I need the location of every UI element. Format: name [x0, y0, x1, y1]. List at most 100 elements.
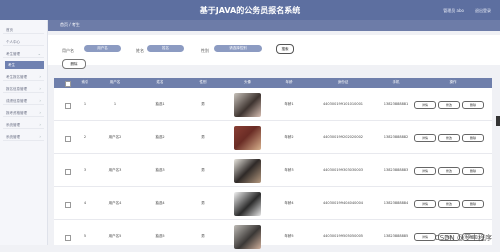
chevron-right-icon: ›	[39, 86, 41, 91]
edit-button[interactable]: 修改	[438, 134, 460, 142]
header-username[interactable]: 用户名	[99, 80, 131, 85]
row-phone: 13823888884	[383, 201, 409, 205]
row-index: 2	[83, 135, 87, 139]
sidebar-item-system-2[interactable]: 系统管理 ›	[3, 133, 44, 141]
row-name: 抽选3	[155, 168, 165, 172]
sidebar: 首页 个人中心 考生管理 ⌄ 考生 考生报名管理 › 报名信息管理 › 成绩信息管理 ›…	[0, 20, 48, 245]
avatar	[234, 93, 261, 117]
chevron-right-icon: ›	[39, 134, 41, 139]
row-gender: 男	[201, 135, 205, 139]
row-gender: 男	[201, 168, 205, 172]
logout-link[interactable]: 退出登录	[475, 8, 491, 14]
row-index: 4	[83, 201, 87, 205]
chevron-right-icon: ›	[39, 122, 41, 127]
row-age: 年龄2	[284, 135, 294, 139]
header-id[interactable]: 身份证	[318, 80, 368, 85]
sidebar-item-candidate[interactable]: 考生	[5, 61, 44, 69]
row-id: 440300199404040004	[322, 201, 364, 205]
row-phone: 13823888883	[383, 168, 409, 172]
row-name: 抽选5	[155, 234, 165, 238]
row-id: 440300199303030003	[322, 168, 364, 172]
name-input[interactable]: 姓名	[147, 45, 184, 52]
table-header: 索引 用户名 姓名 性别 头像 年龄 身份证 手机 操作	[54, 78, 492, 88]
table-row: 2 用户名2 抽选2 男 年龄2 440300199202020002 1382…	[54, 121, 492, 154]
detail-button[interactable]: 详情	[414, 101, 436, 109]
row-username: 用户名3	[108, 168, 122, 172]
select-all-checkbox[interactable]	[65, 81, 71, 87]
username-input[interactable]: 用户名	[84, 45, 121, 52]
name-label: 姓名	[136, 48, 144, 53]
username-label: 用户名	[62, 48, 74, 53]
delete-row-button[interactable]: 删除	[462, 167, 484, 175]
edit-button[interactable]: 修改	[438, 167, 460, 175]
row-id: 440300199202020002	[322, 135, 364, 139]
detail-button[interactable]: 详情	[414, 167, 436, 175]
row-checkbox[interactable]	[65, 169, 71, 175]
chevron-right-icon: ›	[39, 98, 41, 103]
row-age: 年龄4	[284, 201, 294, 205]
sidebar-item-home[interactable]: 首页	[3, 26, 44, 34]
sidebar-item-candidate-management[interactable]: 考生管理 ⌄	[3, 50, 44, 58]
row-name: 抽选4	[155, 201, 165, 205]
edit-button[interactable]: 修改	[438, 101, 460, 109]
header-gender[interactable]: 性别	[189, 80, 217, 85]
scroll-handle[interactable]	[496, 116, 500, 126]
top-bar: 基于JAVA的公务员报名系统 管理员 abo 退出登录	[0, 0, 500, 20]
header-age[interactable]: 年龄	[276, 80, 302, 85]
chevron-right-icon: ›	[39, 74, 41, 79]
avatar	[234, 192, 261, 216]
row-checkbox[interactable]	[65, 136, 71, 142]
sidebar-item-profile[interactable]: 个人中心	[3, 38, 44, 46]
filter-panel: 用户名 用户名 姓名 姓名 性别 请选择性别 搜索 删除	[48, 35, 500, 69]
detail-button[interactable]: 详情	[414, 134, 436, 142]
avatar	[234, 225, 261, 249]
delete-row-button[interactable]: 删除	[462, 134, 484, 142]
sidebar-item-score-info[interactable]: 成绩信息管理 ›	[3, 97, 44, 105]
row-phone: 13823888882	[383, 135, 409, 139]
header-actions: 操作	[449, 80, 457, 84]
header-phone[interactable]: 手机	[376, 80, 416, 85]
detail-button[interactable]: 详情	[414, 200, 436, 208]
breadcrumb: 首页 / 考生	[60, 22, 80, 27]
row-username: 1	[113, 102, 117, 106]
row-username: 用户名5	[108, 234, 122, 238]
gender-label: 性别	[201, 48, 209, 53]
sidebar-item-qualification[interactable]: 报考资格管理 ›	[3, 109, 44, 117]
delete-button[interactable]: 删除	[62, 59, 86, 69]
row-username: 用户名2	[108, 135, 122, 139]
table-row: 1 1 抽选1 男 年龄1 440300199101010001 1382388…	[54, 88, 492, 121]
row-name: 抽选1	[155, 102, 165, 106]
sidebar-item-system-1[interactable]: 系统管理 ›	[3, 121, 44, 129]
gender-select[interactable]: 请选择性别	[214, 45, 262, 52]
detail-button[interactable]: 详情	[414, 233, 436, 241]
header-name[interactable]: 姓名	[145, 80, 175, 85]
avatar	[234, 159, 261, 183]
sidebar-item-exam-registration[interactable]: 考生报名管理 ›	[3, 73, 44, 81]
row-gender: 男	[201, 201, 205, 205]
app-title: 基于JAVA的公务员报名系统	[199, 6, 301, 15]
search-button[interactable]: 搜索	[276, 44, 294, 54]
delete-row-button[interactable]: 删除	[462, 200, 484, 208]
edit-button[interactable]: 修改	[438, 200, 460, 208]
delete-row-button[interactable]: 删除	[462, 101, 484, 109]
candidate-table: 索引 用户名 姓名 性别 头像 年龄 身份证 手机 操作 1 1 抽选1 男 年…	[54, 78, 492, 249]
header-avatar[interactable]: 头像	[234, 80, 261, 85]
row-username: 用户名4	[108, 201, 122, 205]
watermark: CSDN @罗中程序	[434, 234, 492, 242]
row-phone: 13823888881	[383, 102, 409, 106]
table-row: 4 用户名4 抽选4 男 年龄4 440300199404040004 1382…	[54, 187, 492, 220]
row-name: 抽选2	[155, 135, 165, 139]
avatar	[234, 126, 261, 150]
row-gender: 男	[201, 234, 205, 238]
row-age: 年龄3	[284, 168, 294, 172]
row-checkbox[interactable]	[65, 235, 71, 241]
row-index: 3	[83, 168, 87, 172]
row-index: 1	[83, 102, 87, 106]
sidebar-item-registration-info[interactable]: 报名信息管理 ›	[3, 85, 44, 93]
row-checkbox[interactable]	[65, 202, 71, 208]
row-age: 年龄1	[284, 102, 294, 106]
table-row: 5 用户名5 抽选5 男 年龄5 440300199505050005 1382…	[54, 220, 492, 252]
row-id: 440300199101010001	[322, 102, 364, 106]
header-index: 索引	[81, 80, 89, 84]
row-checkbox[interactable]	[65, 103, 71, 109]
